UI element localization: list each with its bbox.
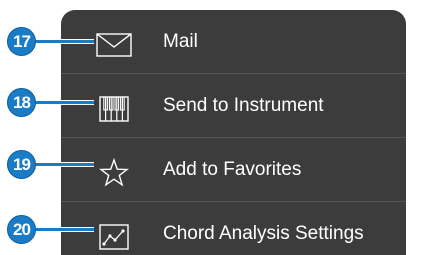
callout-leader-line — [34, 227, 94, 232]
callout-add-to-favorites: 19 — [0, 150, 100, 180]
callout-chord-analysis-settings: 20 — [0, 215, 100, 245]
callout-leader-line — [34, 100, 94, 105]
callout-send-to-instrument: 18 — [0, 88, 100, 118]
callout-badge: 17 — [7, 27, 36, 56]
share-menu: Mail Send to Instrument Add to Favorites… — [61, 10, 406, 255]
menu-item-label: Send to Instrument — [163, 95, 324, 116]
piano-keyboard-icon — [94, 94, 134, 124]
menu-item-mail[interactable]: Mail — [61, 10, 406, 73]
callout-leader-line — [34, 39, 94, 44]
menu-item-add-to-favorites[interactable]: Add to Favorites — [61, 138, 406, 201]
mail-envelope-icon — [94, 30, 134, 60]
menu-item-label: Chord Analysis Settings — [163, 223, 364, 244]
callout-leader-line — [34, 162, 94, 167]
callout-badge: 19 — [7, 150, 36, 179]
screenshot-stage: Mail Send to Instrument Add to Favorites… — [0, 0, 422, 255]
chord-analysis-graph-icon — [94, 222, 134, 252]
menu-item-chord-analysis-settings[interactable]: Chord Analysis Settings — [61, 202, 406, 255]
callout-mail: 17 — [0, 27, 100, 57]
callout-badge: 20 — [7, 215, 36, 244]
menu-item-label: Add to Favorites — [163, 159, 302, 180]
callout-badge: 18 — [7, 88, 36, 117]
star-outline-icon — [94, 158, 134, 188]
menu-item-label: Mail — [163, 31, 198, 52]
menu-item-send-to-instrument[interactable]: Send to Instrument — [61, 74, 406, 137]
